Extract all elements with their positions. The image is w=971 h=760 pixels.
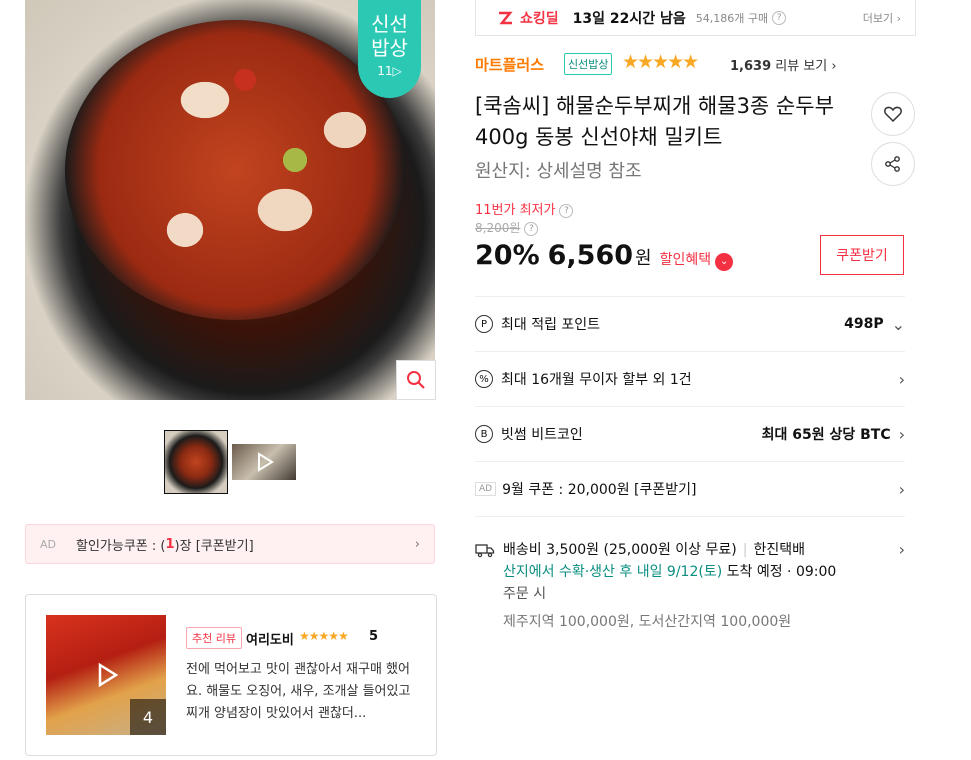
recommended-review-tag: 추천 리뷰 <box>186 627 242 649</box>
deal-more-link[interactable]: 더보기 › <box>863 10 901 26</box>
chevron-down-icon: ⌄ <box>715 252 734 271</box>
sale-price: 6,560 <box>547 240 634 271</box>
discount-rate: 20% <box>475 240 540 271</box>
review-stars: ★★★★★ <box>299 629 349 643</box>
seller-name[interactable]: 마트플러스 <box>475 54 544 75</box>
arrival-suffix: 도착 예정 · 09:00 <box>722 564 837 580</box>
points-value: 498P <box>844 316 884 332</box>
installment-row[interactable]: % 최대 16개월 무이자 할부 외 1건 › <box>475 351 905 406</box>
share-button[interactable] <box>871 142 915 186</box>
product-title: [쿡솜씨] 해물순두부찌개 해물3종 순두부 400g 동봉 신선야채 밀키트 <box>475 94 834 149</box>
ad-label: AD <box>475 482 497 496</box>
benefit-label: 할인혜택 <box>659 252 712 268</box>
truck-icon <box>475 544 495 558</box>
coupon-count: 1 <box>165 536 175 552</box>
review-link[interactable]: 1,639 리뷰 보기 › <box>730 55 837 74</box>
chevron-down-icon: ⌄ <box>891 314 905 334</box>
deal-sold-count: 54,186개 구매 <box>695 11 769 25</box>
product-origin: 원산지: 상세설명 참조 <box>475 161 642 182</box>
shocking-deal-logo-icon <box>499 11 513 24</box>
shocking-deal-label: 쇼킹딜 <box>520 10 559 27</box>
play-icon <box>258 452 274 472</box>
help-icon[interactable]: ? <box>524 222 539 236</box>
points-label: 최대 적립 포인트 <box>501 317 601 333</box>
help-icon[interactable]: ? <box>772 10 787 25</box>
help-icon[interactable]: ? <box>559 204 574 218</box>
currency-unit: 원 <box>635 248 652 269</box>
badge-line2: 밥상 <box>371 36 408 60</box>
discount-benefit-link[interactable]: 할인혜택 ⌄ <box>660 249 734 271</box>
thumbnail-video[interactable] <box>232 444 296 480</box>
stew-illustration <box>65 20 405 320</box>
thumbnail-image-1[interactable] <box>164 430 228 494</box>
media-count: 4 <box>130 699 166 735</box>
bitcoin-value: 최대 65원 상당 BTC <box>761 427 891 443</box>
review-count: 1,639 <box>730 59 772 74</box>
original-price-value: 8,200원 <box>475 221 521 235</box>
wishlist-button[interactable] <box>871 92 915 136</box>
share-icon <box>885 156 900 172</box>
heart-icon <box>884 106 902 122</box>
seller-badge: 신선밥상 <box>564 53 613 75</box>
shipping-fee-line: 배송비 3,500원 (25,000원 이상 무료) | 한진택배 › <box>475 539 905 561</box>
product-main-image[interactable]: 신선 밥상 11▷ <box>25 0 435 400</box>
search-icon <box>407 371 425 389</box>
arrival-date: 산지에서 수확·생산 후 내일 9/12(토) <box>503 564 723 580</box>
shocking-deal-bar: 쇼킹딜 13일 22시간 남음 54,186개 구매 ? 더보기 › <box>475 0 916 36</box>
bitcoin-label: 빗썸 비트코인 <box>501 427 583 443</box>
fresh-table-badge: 신선 밥상 11▷ <box>358 0 421 98</box>
arrival-estimate: 산지에서 수확·생산 후 내일 9/12(토) 도착 예정 · 09:00 <box>475 561 905 583</box>
lowest-price-text: 11번가 최저가 <box>475 203 556 218</box>
chevron-right-icon: › <box>898 479 905 499</box>
extra-shipping-fee: 제주지역 100,000원, 도서산간지역 100,000원 <box>503 614 792 630</box>
divider: | <box>742 542 748 558</box>
review-text: 전에 먹어보고 맛이 괜찮아서 재구매 했어요. 해물도 오징어, 새우, 조개… <box>186 662 411 721</box>
chevron-right-icon: › <box>898 369 905 389</box>
chevron-right-icon: › <box>414 536 420 552</box>
review-score: 5 <box>369 629 379 644</box>
installment-label: 최대 16개월 무이자 할부 외 1건 <box>501 372 692 388</box>
lowest-price-label: 11번가 최저가? <box>475 199 574 218</box>
get-coupon-button[interactable]: 쿠폰받기 <box>820 235 904 275</box>
ad-label: AD <box>40 537 56 551</box>
chevron-right-icon: › <box>898 424 905 444</box>
max-points-row[interactable]: P 최대 적립 포인트 498P ⌄ <box>475 296 905 351</box>
badge-logo: 11▷ <box>377 64 402 78</box>
percent-icon: % <box>475 370 493 388</box>
coupon-prefix: 할인가능쿠폰 : ( <box>76 538 166 554</box>
play-icon <box>98 662 119 688</box>
coupon-suffix: )장 [쿠폰받기] <box>174 538 254 554</box>
order-time: 주문 시 <box>503 586 547 602</box>
reviewer-name: 여리도비 <box>246 633 294 648</box>
bitcoin-row[interactable]: B 빗썸 비트코인 최대 65원 상당 BTC › <box>475 406 905 461</box>
coupon-available-bar[interactable]: AD 할인가능쿠폰 : (1)장 [쿠폰받기] › <box>25 524 435 564</box>
price-row: 20% 6,560 원 할인혜택 ⌄ <box>475 240 734 271</box>
shipping-fee: 배송비 3,500원 (25,000원 이상 무료) <box>503 542 737 558</box>
shipping-info[interactable]: 배송비 3,500원 (25,000원 이상 무료) | 한진택배 › 산지에서… <box>475 516 905 633</box>
review-link-label: 리뷰 보기 › <box>771 59 837 74</box>
monthly-coupon-row[interactable]: AD 9월 쿠폰 : 20,000원 [쿠폰받기] › <box>475 461 905 516</box>
bitcoin-icon: B <box>475 425 493 443</box>
monthly-coupon-label: 9월 쿠폰 : 20,000원 [쿠폰받기] <box>502 482 697 498</box>
review-media-thumb[interactable]: 4 <box>46 615 166 735</box>
carrier-name: 한진택배 <box>753 542 805 558</box>
original-price: 8,200원? <box>475 219 539 236</box>
rating-stars: ★★★★★ <box>622 51 699 73</box>
badge-line1: 신선 <box>371 12 408 36</box>
point-icon: P <box>475 315 493 333</box>
chevron-right-icon: › <box>898 540 905 559</box>
zoom-button[interactable] <box>396 360 436 400</box>
recommended-review-card[interactable]: 4 추천 리뷰 여리도비 ★★★★★ 5 전에 먹어보고 맛이 괜찮아서 재구매… <box>25 594 437 756</box>
deal-time-left: 13일 22시간 남음 <box>572 10 686 27</box>
